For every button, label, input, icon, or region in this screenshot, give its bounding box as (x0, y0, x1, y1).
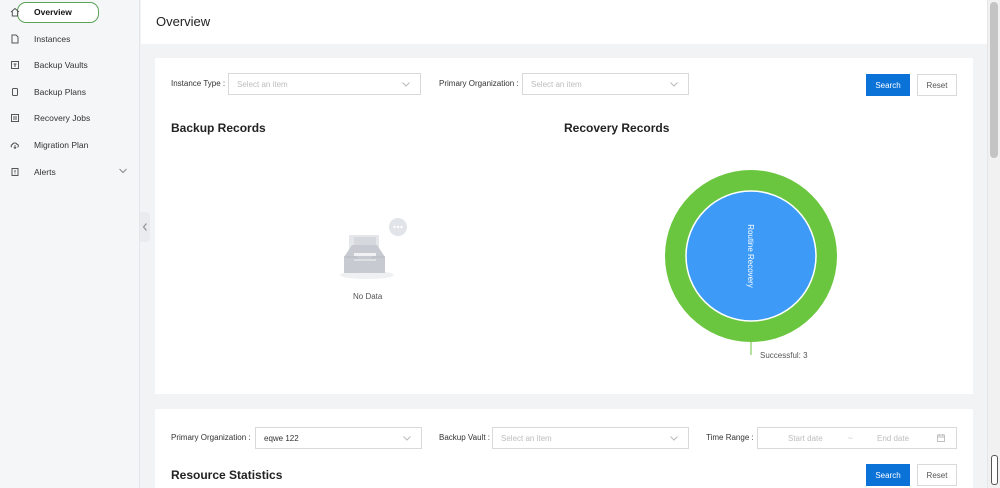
instance-type-label: Instance Type : (171, 79, 226, 88)
page-header: Overview (141, 0, 987, 44)
chevron-down-icon (401, 79, 411, 91)
recovery-records-title: Recovery Records (564, 121, 670, 135)
instance-type-select[interactable]: Select an item (228, 73, 421, 95)
primary-organization-placeholder: Select an item (531, 79, 582, 89)
sidebar-item-label: Backup Plans (34, 87, 86, 97)
vault-icon (10, 60, 20, 70)
reset-button[interactable]: Reset (917, 74, 957, 96)
backup-records-title: Backup Records (171, 121, 266, 135)
primary-organization-select-2[interactable]: eqwe 122 (255, 427, 422, 449)
empty-state-text: No Data (353, 292, 383, 301)
sidebar: Overview Instances Backup Vaults Backup … (0, 0, 140, 488)
empty-state-illustration (340, 215, 410, 285)
start-date-input[interactable]: Start date (788, 434, 823, 443)
sidebar-item-overview[interactable]: Overview (0, 1, 140, 23)
chevron-left-icon (142, 223, 147, 231)
sidebar-item-label: Alerts (34, 167, 56, 177)
search-button-2[interactable]: Search (866, 464, 910, 486)
file-icon (10, 34, 20, 44)
sidebar-item-alerts[interactable]: Alerts (0, 161, 140, 183)
primary-organization-label-2: Primary Organization : (171, 433, 251, 442)
alert-icon (10, 167, 20, 177)
sidebar-item-instances[interactable]: Instances (0, 28, 140, 50)
sidebar-collapse-button[interactable] (140, 212, 150, 242)
plan-icon (10, 87, 20, 97)
backup-vault-placeholder: Select an item (501, 433, 552, 443)
annotation-successful: Successful: 3 (760, 351, 808, 360)
sidebar-item-label: Instances (34, 34, 71, 44)
page-title: Overview (156, 14, 211, 29)
home-icon (10, 7, 20, 17)
range-separator: ~ (848, 433, 853, 443)
backup-vault-label: Backup Vault : (439, 433, 490, 442)
time-range-label: Time Range : (706, 433, 754, 442)
recovery-records-chart: Routine Recovery Successful: 3 (665, 170, 837, 360)
sidebar-item-recovery-jobs[interactable]: Recovery Jobs (0, 107, 140, 129)
sidebar-item-backup-vaults[interactable]: Backup Vaults (0, 54, 140, 76)
calendar-icon (936, 433, 946, 445)
reset-button-2[interactable]: Reset (917, 464, 957, 486)
chevron-down-icon (402, 433, 412, 445)
scrollbar-thumb[interactable] (990, 2, 998, 158)
primary-organization-label: Primary Organization : (439, 79, 519, 88)
page-scrollbar[interactable] (987, 0, 1000, 488)
resource-statistics-title: Resource Statistics (171, 468, 283, 482)
sidebar-item-label: Overview (34, 7, 72, 17)
overview-card: Instance Type : Select an item Primary O… (155, 58, 973, 394)
chevron-down-icon (118, 167, 128, 177)
inner-label-routine-recovery: Routine Recovery (746, 224, 755, 288)
jobs-icon (10, 113, 20, 123)
scroll-handle[interactable] (991, 455, 998, 485)
instance-type-placeholder: Select an item (237, 79, 288, 89)
resource-statistics-card: Primary Organization : eqwe 122 Backup V… (155, 409, 973, 488)
sidebar-item-migration-plan[interactable]: Migration Plan (0, 134, 140, 156)
chevron-down-icon (669, 79, 679, 91)
sidebar-item-label: Recovery Jobs (34, 113, 91, 123)
cloud-icon (10, 140, 20, 150)
primary-organization-select[interactable]: Select an item (522, 73, 689, 95)
chevron-down-icon (669, 433, 679, 445)
end-date-input[interactable]: End date (877, 434, 909, 443)
backup-vault-select[interactable]: Select an item (492, 427, 689, 449)
search-button[interactable]: Search (866, 74, 910, 96)
sidebar-item-label: Migration Plan (34, 140, 89, 150)
sidebar-item-label: Backup Vaults (34, 60, 88, 70)
time-range-picker[interactable]: Start date ~ End date (757, 427, 957, 449)
sidebar-item-backup-plans[interactable]: Backup Plans (0, 81, 140, 103)
primary-organization-value: eqwe 122 (264, 433, 299, 443)
